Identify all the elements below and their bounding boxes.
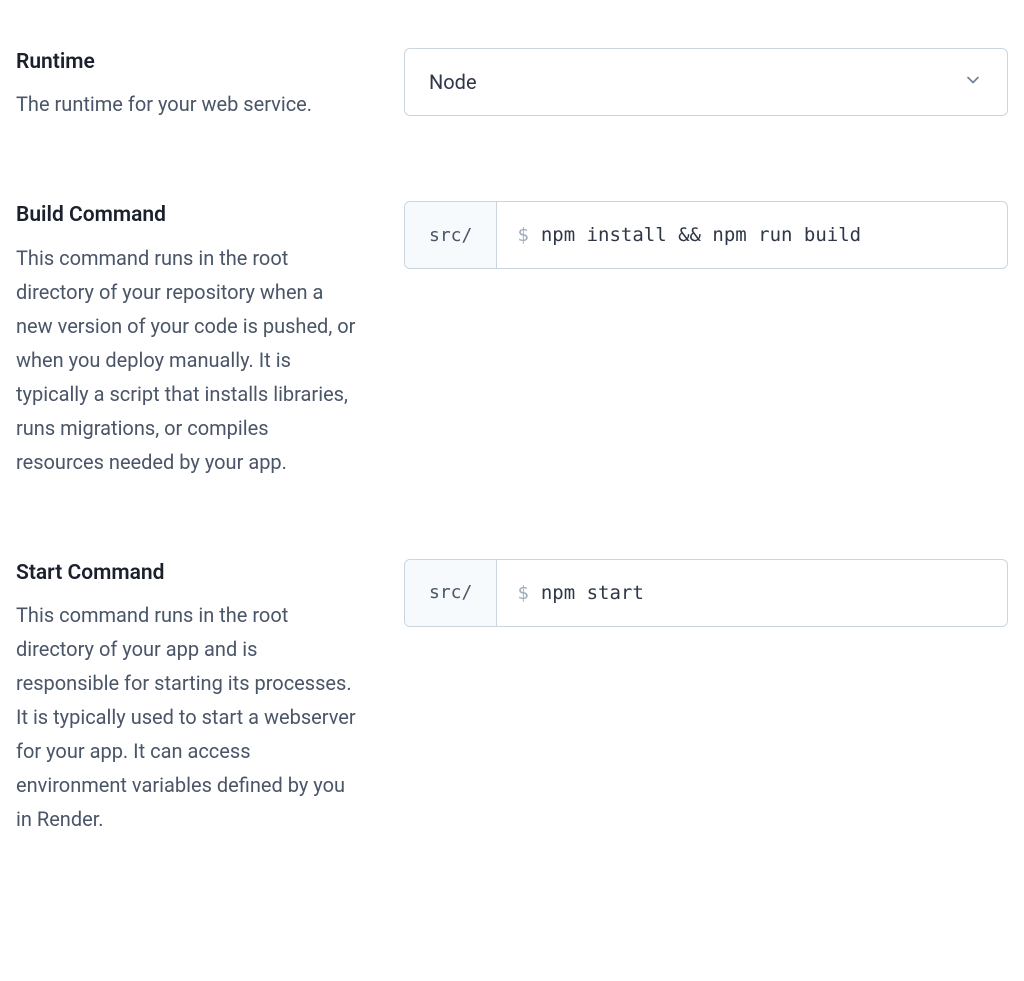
build-command-input[interactable] (541, 224, 987, 246)
start-command-input-container: $ (497, 560, 1007, 626)
dollar-sign-icon: $ (517, 582, 528, 604)
start-command-control: src/ $ (404, 559, 1008, 627)
build-command-label: Build Command (16, 201, 356, 230)
runtime-select-value: Node (429, 70, 477, 94)
build-command-description: This command runs in the root directory … (16, 241, 356, 479)
start-command-input-wrapper: src/ $ (404, 559, 1008, 627)
runtime-control: Node (404, 48, 1008, 116)
start-command-description: This command runs in the root directory … (16, 598, 356, 836)
dollar-sign-icon: $ (517, 224, 528, 246)
runtime-select[interactable]: Node (404, 48, 1008, 116)
runtime-description: The runtime for your web service. (16, 87, 356, 121)
build-command-prefix: src/ (405, 202, 497, 268)
runtime-section: Runtime The runtime for your web service… (16, 48, 1008, 121)
start-command-label-group: Start Command This command runs in the r… (16, 559, 356, 836)
start-command-input[interactable] (541, 582, 987, 604)
build-command-control: src/ $ (404, 201, 1008, 269)
start-command-prefix: src/ (405, 560, 497, 626)
runtime-label-group: Runtime The runtime for your web service… (16, 48, 356, 121)
start-command-label: Start Command (16, 559, 356, 588)
build-command-input-container: $ (497, 202, 1007, 268)
build-command-label-group: Build Command This command runs in the r… (16, 201, 356, 478)
build-command-section: Build Command This command runs in the r… (16, 201, 1008, 478)
runtime-label: Runtime (16, 48, 356, 77)
chevron-down-icon (963, 70, 983, 94)
start-command-section: Start Command This command runs in the r… (16, 559, 1008, 836)
build-command-input-wrapper: src/ $ (404, 201, 1008, 269)
